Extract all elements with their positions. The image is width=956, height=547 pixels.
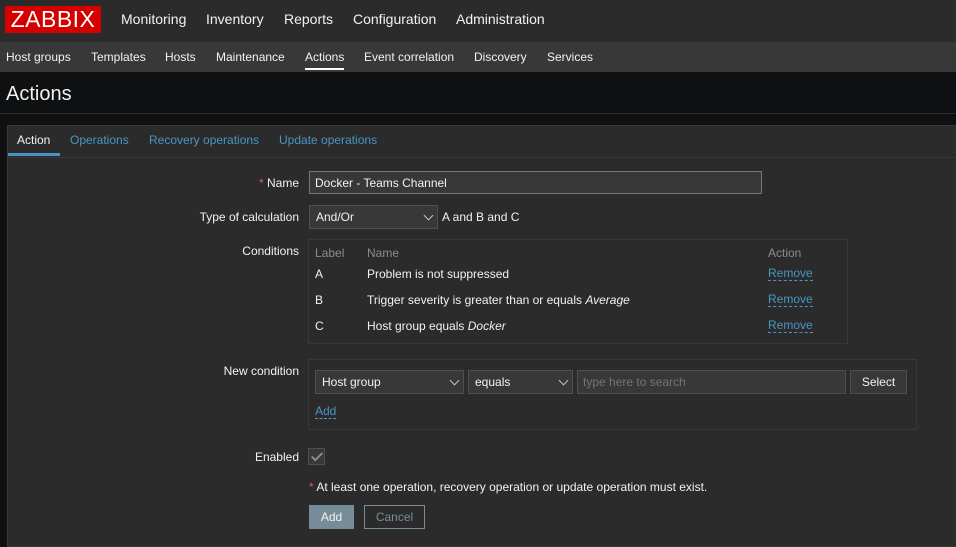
condition-text: Trigger severity is greater than or equa…: [367, 293, 630, 307]
menu-inventory[interactable]: Inventory: [206, 11, 264, 27]
conditions-header-name: Name: [367, 246, 400, 260]
chevron-down-icon: [449, 375, 460, 386]
remove-condition-link[interactable]: Remove: [768, 319, 813, 333]
condition-value: Docker: [467, 319, 506, 333]
menu-configuration[interactable]: Configuration: [353, 11, 436, 27]
sub-nav: Host groups Templates Hosts Maintenance …: [0, 42, 956, 72]
name-input[interactable]: [309, 171, 762, 194]
required-asterisk: *: [309, 480, 314, 494]
condition-label: B: [315, 293, 324, 307]
conditions-header-label: Label: [315, 246, 345, 260]
submenu-templates[interactable]: Templates: [91, 50, 146, 64]
condition-operator-select[interactable]: equals: [468, 370, 573, 394]
name-label: * Name: [258, 176, 299, 190]
calc-type-select[interactable]: And/Or: [309, 205, 438, 229]
remove-condition-link[interactable]: Remove: [768, 267, 813, 281]
enabled-checkbox[interactable]: [308, 448, 325, 465]
submenu-actions[interactable]: Actions: [305, 50, 345, 70]
condition-operator-value: equals: [475, 375, 511, 389]
header-divider: [0, 113, 956, 114]
submenu-hosts[interactable]: Hosts: [165, 50, 196, 64]
menu-monitoring[interactable]: Monitoring: [121, 11, 186, 27]
required-note-text: At least one operation, recovery operati…: [316, 480, 708, 494]
submenu-discovery[interactable]: Discovery: [474, 50, 527, 64]
add-condition-link[interactable]: Add: [315, 405, 337, 419]
tab-update-operations[interactable]: Update operations: [279, 133, 377, 147]
condition-text: Host group equals Docker: [367, 319, 506, 333]
condition-text: Problem is not suppressed: [367, 267, 510, 281]
calc-label: Type of calculation: [199, 210, 299, 224]
menu-administration[interactable]: Administration: [456, 11, 545, 27]
condition-label: C: [315, 319, 324, 333]
zabbix-logo[interactable]: ZABBIX: [5, 6, 101, 33]
select-button[interactable]: Select: [850, 370, 907, 394]
condition-text-main: Trigger severity is greater than or equa…: [367, 293, 586, 307]
tab-recovery-operations[interactable]: Recovery operations: [149, 133, 259, 147]
name-label-text: Name: [266, 176, 299, 190]
condition-type-value: Host group: [322, 375, 381, 389]
menu-reports[interactable]: Reports: [284, 11, 333, 27]
tab-bar: Action Operations Recovery operations Up…: [8, 126, 956, 158]
condition-value: Average: [585, 293, 630, 307]
submenu-event-correlation[interactable]: Event correlation: [364, 50, 454, 64]
cancel-button[interactable]: Cancel: [364, 505, 425, 529]
page-title: Actions: [6, 83, 72, 105]
tab-operations[interactable]: Operations: [70, 133, 129, 147]
required-note: * At least one operation, recovery opera…: [309, 480, 707, 494]
chevron-down-icon: [558, 375, 569, 386]
condition-text-main: Host group equals: [367, 319, 468, 333]
submenu-host-groups[interactable]: Host groups: [6, 50, 71, 64]
calc-expression: A and B and C: [442, 210, 520, 224]
submenu-services[interactable]: Services: [547, 50, 593, 64]
active-tab-indicator: [8, 153, 60, 156]
tab-action[interactable]: Action: [17, 133, 50, 147]
calc-type-value: And/Or: [316, 210, 355, 224]
new-condition-label: New condition: [223, 364, 299, 378]
condition-type-select[interactable]: Host group: [315, 370, 464, 394]
chevron-down-icon: [423, 210, 434, 221]
submenu-maintenance[interactable]: Maintenance: [216, 50, 285, 64]
enabled-label: Enabled: [254, 450, 299, 464]
host-group-search-input[interactable]: [577, 370, 846, 394]
conditions-header-action: Action: [768, 246, 802, 260]
remove-condition-link[interactable]: Remove: [768, 293, 813, 307]
top-nav: ZABBIX Monitoring Inventory Reports Conf…: [0, 0, 956, 42]
checkmark-icon: [310, 449, 324, 462]
add-button[interactable]: Add: [309, 505, 354, 529]
condition-label: A: [315, 267, 324, 281]
conditions-label: Conditions: [242, 244, 299, 258]
